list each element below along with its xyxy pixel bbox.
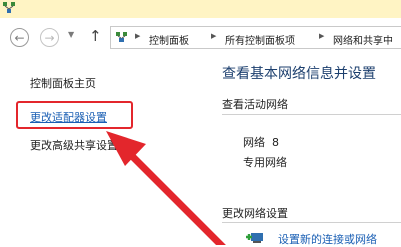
annotation-arrow [106,131,226,245]
